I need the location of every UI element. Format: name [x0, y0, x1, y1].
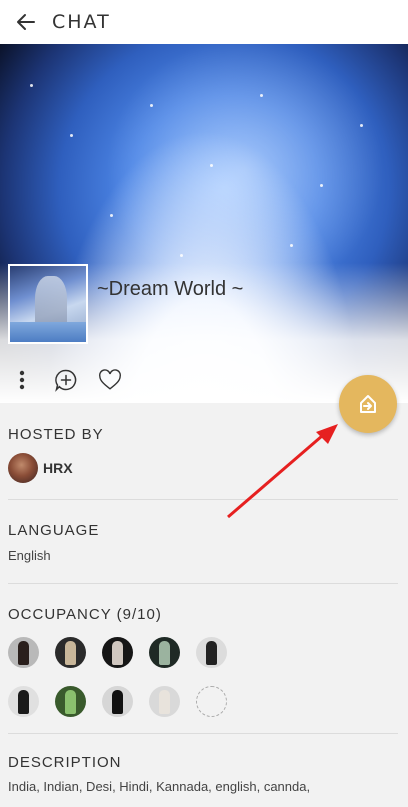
language-value: English: [8, 548, 51, 563]
favorite-button[interactable]: [98, 368, 122, 392]
host-row[interactable]: HRX: [8, 453, 398, 483]
occupant-avatar[interactable]: [149, 637, 180, 668]
occupancy-label: OCCUPANCY (9/10): [8, 606, 162, 623]
avatar-figure: [159, 690, 170, 714]
divider: [8, 499, 398, 500]
hosted-by-section: HOSTED BY HRX: [8, 426, 398, 483]
more-options-icon: [19, 370, 25, 390]
language-label: LANGUAGE: [8, 522, 100, 539]
hosted-by-label: HOSTED BY: [8, 426, 104, 443]
language-section: LANGUAGE English: [8, 522, 398, 563]
occupancy-section: OCCUPANCY (9/10): [8, 606, 398, 729]
avatar-figure: [112, 641, 123, 665]
divider: [8, 733, 398, 734]
heart-icon: [99, 369, 121, 390]
page-title: CHAT: [52, 11, 111, 33]
occupant-avatar[interactable]: [55, 637, 86, 668]
join-room-icon: [360, 395, 376, 413]
host-name[interactable]: HRX: [43, 460, 73, 476]
description-label: DESCRIPTION: [8, 754, 122, 771]
top-app-bar: CHAT: [0, 0, 408, 44]
add-chat-icon: [55, 369, 77, 392]
occupant-avatar[interactable]: [102, 686, 133, 717]
occupant-avatar[interactable]: [8, 637, 39, 668]
room-name: ~Dream World ~: [97, 278, 244, 300]
occupant-avatars: [8, 631, 248, 729]
avatar-figure: [112, 690, 123, 714]
avatar-figure: [206, 641, 217, 665]
empty-seat: [196, 686, 227, 717]
occupant-avatar[interactable]: [102, 637, 133, 668]
avatar-figure: [65, 641, 76, 665]
back-button[interactable]: [0, 0, 52, 44]
divider: [8, 583, 398, 584]
avatar-figure: [18, 690, 29, 714]
host-avatar[interactable]: [8, 453, 38, 483]
room-cover-image: [0, 44, 408, 403]
description-section: DESCRIPTION India, Indian, Desi, Hindi, …: [8, 754, 398, 794]
arrow-left-icon: [17, 14, 35, 30]
occupant-avatar[interactable]: [149, 686, 180, 717]
avatar-figure: [65, 690, 76, 714]
description-text: India, Indian, Desi, Hindi, Kannada, eng…: [8, 779, 311, 794]
occupant-avatar[interactable]: [8, 686, 39, 717]
occupant-avatar[interactable]: [196, 637, 227, 668]
avatar-figure: [18, 641, 29, 665]
join-room-button[interactable]: [339, 375, 397, 433]
add-chat-button[interactable]: [54, 368, 78, 392]
avatar-figure: [159, 641, 170, 665]
room-actions: [10, 366, 142, 394]
more-options-button[interactable]: [10, 368, 34, 392]
room-thumbnail: [8, 264, 88, 344]
occupant-avatar[interactable]: [55, 686, 86, 717]
